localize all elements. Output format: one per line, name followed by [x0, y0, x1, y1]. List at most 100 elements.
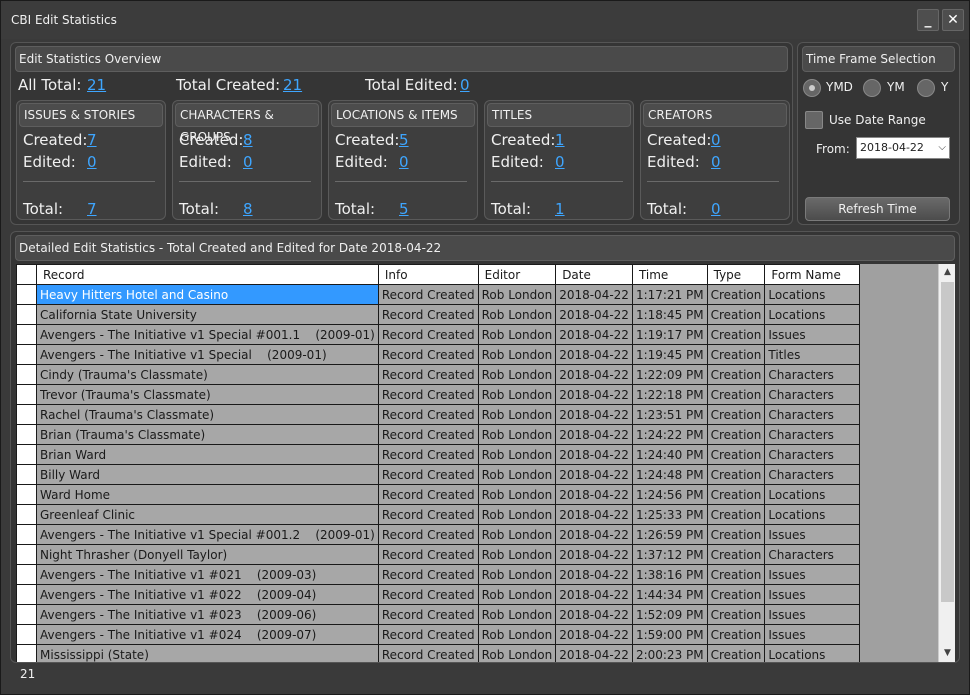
row-header[interactable] [16, 364, 37, 385]
cell-form-name[interactable]: Characters [764, 404, 861, 425]
cell-type[interactable]: Creation [706, 624, 766, 645]
cell-editor[interactable]: Rob London [477, 524, 557, 545]
col-record[interactable]: Record [36, 264, 379, 285]
edited-link[interactable]: 0 [87, 153, 97, 171]
cell-record[interactable]: Rachel (Trauma's Classmate) [36, 404, 379, 425]
total-link[interactable]: 8 [243, 200, 253, 218]
cell-record[interactable]: Avengers - The Initiative v1 #024 (2009-… [36, 624, 379, 645]
total-created-link[interactable]: 21 [283, 76, 302, 94]
row-header[interactable] [16, 604, 37, 625]
cell-type[interactable]: Creation [706, 324, 766, 345]
table-row[interactable]: Cindy (Trauma's Classmate) Record Created… [16, 364, 861, 385]
cell-type[interactable]: Creation [706, 524, 766, 545]
row-header[interactable] [16, 564, 37, 585]
cell-form-name[interactable]: Locations [764, 284, 861, 305]
cell-type[interactable]: Creation [706, 564, 766, 585]
cell-type[interactable]: Creation [706, 584, 766, 605]
cell-time[interactable]: 1:17:21 PM [631, 284, 708, 305]
cell-type[interactable]: Creation [706, 304, 766, 325]
row-header[interactable] [16, 444, 37, 465]
cell-time[interactable]: 1:25:33 PM [631, 504, 708, 525]
created-link[interactable]: 7 [87, 131, 97, 149]
cell-date[interactable]: 2018-04-22 [555, 364, 633, 385]
cell-editor[interactable]: Rob London [477, 424, 557, 445]
cell-editor[interactable]: Rob London [477, 484, 557, 505]
cell-date[interactable]: 2018-04-22 [555, 504, 633, 525]
cell-info[interactable]: Record Created [377, 304, 479, 325]
cell-date[interactable]: 2018-04-22 [555, 444, 633, 465]
cell-date[interactable]: 2018-04-22 [555, 524, 633, 545]
cell-time[interactable]: 1:26:59 PM [631, 524, 708, 545]
cell-editor[interactable]: Rob London [477, 304, 557, 325]
row-header[interactable] [16, 644, 37, 662]
cell-info[interactable]: Record Created [377, 564, 479, 585]
cell-editor[interactable]: Rob London [477, 644, 557, 662]
cell-info[interactable]: Record Created [377, 524, 479, 545]
edited-link[interactable]: 0 [711, 153, 721, 171]
total-edited-link[interactable]: 0 [460, 76, 470, 94]
cell-type[interactable]: Creation [706, 484, 766, 505]
table-row[interactable]: Greenleaf Clinic Record Created Rob London… [16, 504, 861, 525]
edited-link[interactable]: 0 [399, 153, 409, 171]
table-row[interactable]: Mississippi (State) Record Created Rob Lon… [16, 644, 861, 662]
cell-date[interactable]: 2018-04-22 [555, 644, 633, 662]
cell-type[interactable]: Creation [706, 604, 766, 625]
row-header[interactable] [16, 484, 37, 505]
cell-info[interactable]: Record Created [377, 544, 479, 565]
cell-info[interactable]: Record Created [377, 404, 479, 425]
cell-record[interactable]: Avengers - The Initiative v1 #022 (2009-… [36, 584, 379, 605]
table-row[interactable]: Brian Ward Record Created Rob London 2018-0… [16, 444, 861, 465]
cell-form-name[interactable]: Locations [764, 304, 861, 325]
table-row[interactable]: Heavy Hitters Hotel and Casino Record Cre… [16, 284, 861, 305]
table-row[interactable]: Avengers - The Initiative v1 #023 (2009-… [16, 604, 861, 625]
total-link[interactable]: 0 [711, 200, 721, 218]
cell-type[interactable]: Creation [706, 424, 766, 445]
cell-date[interactable]: 2018-04-22 [555, 344, 633, 365]
cell-info[interactable]: Record Created [377, 464, 479, 485]
cell-editor[interactable]: Rob London [477, 324, 557, 345]
minimize-button[interactable]: _ [917, 9, 939, 31]
created-link[interactable]: 5 [399, 131, 409, 149]
edited-link[interactable]: 0 [243, 153, 253, 171]
cell-info[interactable]: Record Created [377, 364, 479, 385]
table-row[interactable]: California State University Record Create… [16, 304, 861, 325]
cell-form-name[interactable]: Locations [764, 644, 861, 662]
cell-type[interactable]: Creation [706, 364, 766, 385]
radio-y[interactable] [917, 79, 935, 97]
cell-form-name[interactable]: Issues [764, 324, 861, 345]
cell-form-name[interactable]: Issues [764, 564, 861, 585]
scroll-thumb[interactable] [941, 282, 954, 602]
col-type[interactable]: Type [706, 264, 766, 285]
table-row[interactable]: Brian (Trauma's Classmate) Record Created… [16, 424, 861, 445]
cell-record[interactable]: Avengers - The Initiative v1 Special (20… [36, 344, 379, 365]
cell-record[interactable]: Avengers - The Initiative v1 #021 (2009-… [36, 564, 379, 585]
cell-form-name[interactable]: Locations [764, 504, 861, 525]
col-date[interactable]: Date [555, 264, 633, 285]
cell-editor[interactable]: Rob London [477, 604, 557, 625]
cell-record[interactable]: Avengers - The Initiative v1 Special #00… [36, 324, 379, 345]
cell-record[interactable]: California State University [36, 304, 379, 325]
row-header[interactable] [16, 284, 37, 305]
table-row[interactable]: Trevor (Trauma's Classmate) Record Create… [16, 384, 861, 405]
vertical-scrollbar[interactable]: ▲ ▼ [938, 264, 955, 662]
cell-info[interactable]: Record Created [377, 644, 479, 662]
row-header[interactable] [16, 384, 37, 405]
row-header[interactable] [16, 324, 37, 345]
cell-date[interactable]: 2018-04-22 [555, 464, 633, 485]
cell-time[interactable]: 1:22:18 PM [631, 384, 708, 405]
row-header[interactable] [16, 464, 37, 485]
created-link[interactable]: 1 [555, 131, 565, 149]
total-link[interactable]: 5 [399, 200, 409, 218]
cell-date[interactable]: 2018-04-22 [555, 424, 633, 445]
cell-form-name[interactable]: Issues [764, 584, 861, 605]
table-row[interactable]: Ward Home Record Created Rob London 2018-04… [16, 484, 861, 505]
cell-date[interactable]: 2018-04-22 [555, 584, 633, 605]
cell-record[interactable]: Greenleaf Clinic [36, 504, 379, 525]
cell-editor[interactable]: Rob London [477, 444, 557, 465]
cell-time[interactable]: 1:52:09 PM [631, 604, 708, 625]
table-row[interactable]: Avengers - The Initiative v1 Special #00… [16, 524, 861, 545]
table-row[interactable]: Avengers - The Initiative v1 Special (20… [16, 344, 861, 365]
cell-info[interactable]: Record Created [377, 344, 479, 365]
total-link[interactable]: 1 [555, 200, 565, 218]
cell-date[interactable]: 2018-04-22 [555, 384, 633, 405]
